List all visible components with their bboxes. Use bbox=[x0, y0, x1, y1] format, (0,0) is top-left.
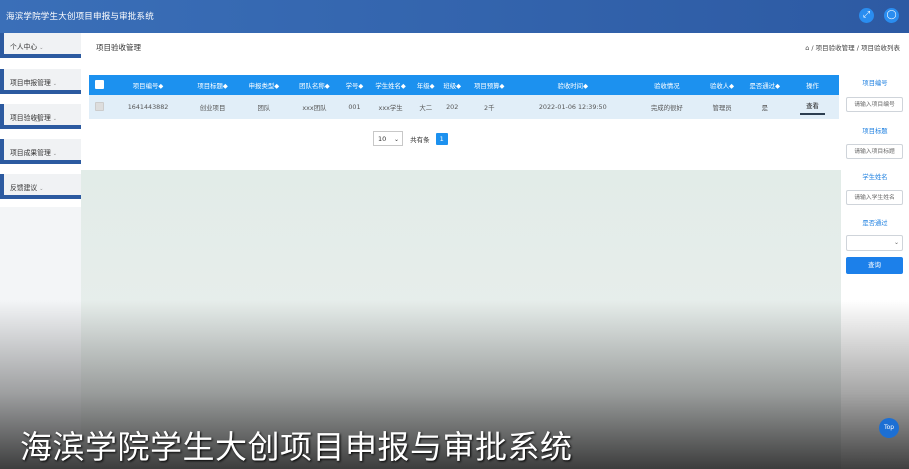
chevron-down-icon: ⌄ bbox=[39, 186, 44, 192]
col-passed[interactable]: 是否通过◆ bbox=[743, 75, 786, 95]
col-project-title[interactable]: 项目标题◆ bbox=[185, 75, 239, 95]
chevron-down-icon: ⌄ bbox=[52, 151, 57, 157]
col-class[interactable]: 班级◆ bbox=[438, 75, 466, 95]
passed-label: 是否通过 bbox=[862, 220, 888, 227]
col-team[interactable]: 团队名称◆ bbox=[288, 75, 341, 95]
col-action: 操作 bbox=[806, 81, 819, 90]
student-name-label: 学生姓名 bbox=[862, 174, 888, 181]
cell-action: 查看 bbox=[786, 95, 839, 119]
app-title: 海滨学院学生大创项目申报与审批系统 bbox=[6, 12, 154, 22]
col-student-name[interactable]: 学生姓名◆ bbox=[368, 75, 413, 95]
table-header-row: 项目编号◆ 项目标题◆ 申报类型◆ 团队名称◆ 学号◆ 学生姓名◆ 年级◆ 班级… bbox=[89, 75, 839, 95]
project-title-input[interactable]: 请输入项目标题 bbox=[846, 144, 903, 159]
acceptance-table: 项目编号◆ 项目标题◆ 申报类型◆ 团队名称◆ 学号◆ 学生姓名◆ 年级◆ 班级… bbox=[89, 75, 839, 119]
pagination: 10 ⌄ 共有条 1 bbox=[373, 131, 448, 146]
sidebar: 个人中心 ⌄ 项目申报管理 ⌄ 项目验收管理 ⌄ 项目成果管理 ⌄ 反馈建议 ⌄ bbox=[0, 33, 81, 207]
user-icon[interactable]: ◯ bbox=[884, 8, 899, 23]
table-row: 1641443882 创业项目 团队 xxx团队 001 xxx学生 大二 20… bbox=[89, 95, 839, 119]
chevron-down-icon: ⌄ bbox=[52, 81, 57, 87]
col-status: 验收情况 bbox=[654, 81, 680, 90]
cell-grade: 大二 bbox=[419, 103, 433, 112]
cell-student-name: xxx学生 bbox=[378, 103, 403, 112]
chevron-down-icon: ⌄ bbox=[52, 116, 57, 122]
cell-project-title: 创业项目 bbox=[199, 103, 226, 112]
sidebar-item-label: 项目申报管理 bbox=[10, 79, 51, 87]
cell-status: 完成的很好 bbox=[650, 103, 683, 112]
breadcrumb[interactable]: ⌂ / 项目验收管理 / 项目验收列表 bbox=[805, 42, 900, 52]
cell-project-no: 1641443882 bbox=[127, 103, 169, 111]
sidebar-item-personal[interactable]: 个人中心 ⌄ bbox=[0, 33, 81, 58]
expand-icon[interactable]: ⤢ bbox=[859, 8, 874, 23]
sidebar-item-label: 项目成果管理 bbox=[10, 149, 51, 157]
chevron-down-icon: ⌄ bbox=[893, 239, 899, 246]
select-all-checkbox[interactable] bbox=[89, 75, 111, 95]
cell-type: 团队 bbox=[257, 103, 271, 112]
passed-select[interactable]: ⌄ bbox=[846, 235, 903, 251]
sidebar-item-results[interactable]: 项目成果管理 ⌄ bbox=[0, 139, 81, 164]
project-no-label: 项目编号 bbox=[862, 80, 888, 87]
cell-class: 202 bbox=[446, 103, 459, 111]
cell-time: 2022-01-06 12:39:50 bbox=[538, 103, 607, 111]
page-button-1[interactable]: 1 bbox=[435, 132, 448, 145]
col-time[interactable]: 验收时间◆ bbox=[513, 75, 633, 95]
project-title-label: 项目标题 bbox=[862, 128, 888, 135]
col-student-no[interactable]: 学号◆ bbox=[341, 75, 369, 95]
cell-team: xxx团队 bbox=[302, 103, 327, 112]
back-to-top-button[interactable]: Top bbox=[879, 418, 899, 438]
chevron-down-icon: ⌄ bbox=[39, 45, 44, 51]
col-budget[interactable]: 项目预算◆ bbox=[466, 75, 513, 95]
sidebar-item-acceptance[interactable]: 项目验收管理 ⌄ bbox=[0, 104, 81, 129]
row-checkbox[interactable] bbox=[89, 95, 111, 119]
breadcrumb-bar: 项目验收管理 ⌂ / 项目验收管理 / 项目验收列表 bbox=[81, 33, 909, 61]
cell-checker: 管理员 bbox=[712, 103, 732, 112]
col-grade[interactable]: 年级◆ bbox=[413, 75, 438, 95]
top-header: 海滨学院学生大创项目申报与审批系统 ⤢ ◯ bbox=[0, 0, 909, 33]
sidebar-item-label: 项目验收管理 bbox=[10, 114, 51, 122]
sidebar-item-label: 个人中心 bbox=[10, 43, 38, 51]
chevron-down-icon: ⌄ bbox=[393, 136, 399, 143]
video-caption: 海滨学院学生大创项目申报与审批系统 bbox=[20, 428, 573, 466]
view-button[interactable]: 查看 bbox=[800, 99, 825, 115]
col-type[interactable]: 申报类型◆ bbox=[240, 75, 288, 95]
page-size-select[interactable]: 10 ⌄ bbox=[373, 131, 403, 146]
student-name-input[interactable]: 请输入学生姓名 bbox=[846, 190, 903, 205]
col-project-no[interactable]: 项目编号◆ bbox=[111, 75, 186, 95]
project-no-input[interactable]: 请输入项目编号 bbox=[846, 97, 903, 112]
total-count: 共有条 bbox=[410, 135, 430, 144]
cell-passed: 是 bbox=[761, 103, 768, 112]
sidebar-item-label: 反馈建议 bbox=[10, 184, 38, 192]
query-button[interactable]: 查询 bbox=[846, 257, 903, 274]
page-title: 项目验收管理 bbox=[96, 43, 141, 52]
sidebar-item-application[interactable]: 项目申报管理 ⌄ bbox=[0, 69, 81, 94]
cell-budget: 2千 bbox=[484, 103, 495, 112]
mouse-cursor-icon: ☝ bbox=[34, 114, 41, 125]
sidebar-item-feedback[interactable]: 反馈建议 ⌄ bbox=[0, 174, 81, 199]
cell-student-no: 001 bbox=[348, 103, 361, 111]
col-checker[interactable]: 验收人◆ bbox=[701, 75, 744, 95]
